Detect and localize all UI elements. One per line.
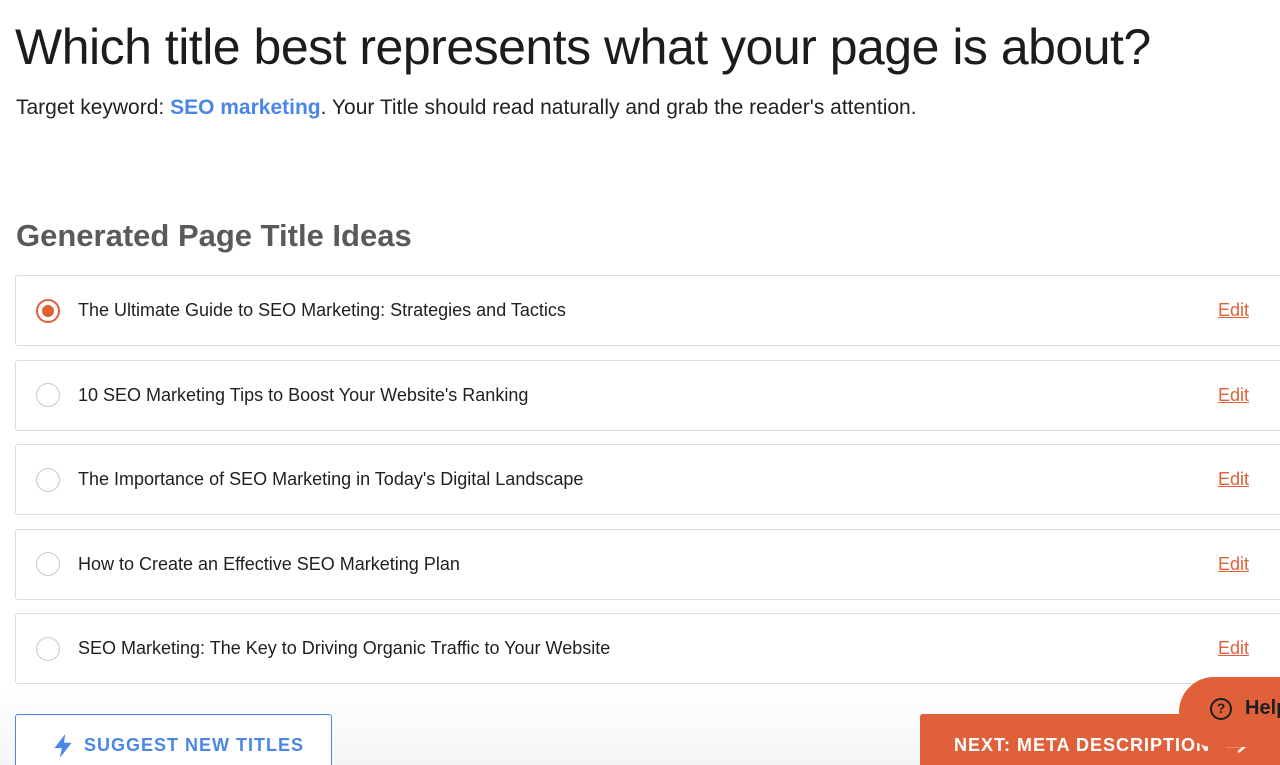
edit-link[interactable]: Edit [1218, 300, 1249, 321]
next-button-label: NEXT: META DESCRIPTION [954, 735, 1211, 755]
page-subtitle: Target keyword: SEO marketing. Your Titl… [16, 96, 917, 120]
title-option[interactable]: How to Create an Effective SEO Marketing… [15, 528, 1280, 600]
title-option[interactable]: SEO Marketing: The Key to Driving Organi… [15, 613, 1280, 684]
suggest-new-titles-button[interactable]: SUGGEST NEW TITLES [15, 714, 332, 765]
subtitle-suffix: . Your Title should read naturally and g… [320, 96, 917, 119]
radio-button[interactable] [36, 383, 60, 407]
edit-link[interactable]: Edit [1218, 554, 1249, 575]
title-options-list: The Ultimate Guide to SEO Marketing: Str… [15, 275, 1280, 698]
title-option[interactable]: The Ultimate Guide to SEO Marketing: Str… [15, 275, 1280, 346]
lightning-bolt-icon [54, 734, 72, 758]
help-label: Help [1245, 697, 1280, 719]
suggest-button-label: SUGGEST NEW TITLES [84, 735, 305, 755]
page: Which title best represents what your pa… [0, 0, 1280, 765]
title-option[interactable]: The Importance of SEO Marketing in Today… [15, 444, 1280, 515]
title-option[interactable]: 10 SEO Marketing Tips to Boost Your Webs… [15, 359, 1280, 431]
radio-button-selected[interactable] [36, 298, 60, 323]
edit-link[interactable]: Edit [1218, 638, 1249, 659]
edit-link[interactable]: Edit [1218, 469, 1249, 490]
radio-button[interactable] [36, 552, 60, 576]
edit-link[interactable]: Edit [1218, 385, 1249, 406]
title-option-label: 10 SEO Marketing Tips to Boost Your Webs… [78, 384, 529, 405]
title-option-label: The Ultimate Guide to SEO Marketing: Str… [78, 300, 566, 320]
target-keyword: SEO marketing [170, 96, 321, 119]
title-option-label: SEO Marketing: The Key to Driving Organi… [78, 638, 611, 658]
question-circle-icon: ? [1210, 698, 1232, 720]
radio-button[interactable] [36, 467, 60, 492]
help-button[interactable]: ? Help [1179, 677, 1280, 747]
page-title: Which title best represents what your pa… [15, 19, 1151, 75]
title-option-label: The Importance of SEO Marketing in Today… [78, 469, 584, 489]
subtitle-prefix: Target keyword: [16, 96, 171, 119]
title-option-label: How to Create an Effective SEO Marketing… [78, 553, 460, 574]
section-title: Generated Page Title Ideas [16, 218, 412, 253]
radio-button[interactable] [36, 636, 60, 661]
